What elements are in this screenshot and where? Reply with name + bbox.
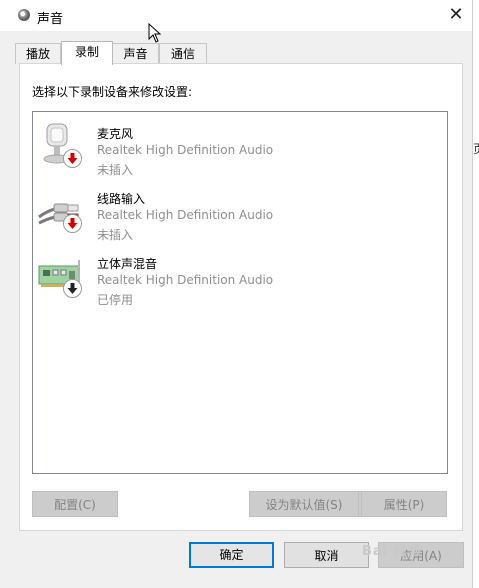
title-bar[interactable]: 声音 ✕ bbox=[0, 0, 472, 31]
close-button[interactable]: ✕ bbox=[440, 0, 472, 31]
device-list[interactable]: 麦克风 Realtek High Definition Audio 未插入 线路… bbox=[32, 111, 448, 474]
unplugged-badge-icon bbox=[63, 214, 82, 233]
device-driver: Realtek High Definition Audio bbox=[97, 208, 274, 222]
device-driver: Realtek High Definition Audio bbox=[97, 273, 274, 287]
recording-panel: 选择以下录制设备来修改设置: 麦克风 Realtek High Definiti… bbox=[19, 63, 463, 531]
tab-sounds[interactable]: 声音 bbox=[112, 43, 159, 64]
set-default-button[interactable]: 设为默认值(S) bbox=[249, 491, 359, 517]
device-name: 麦克风 bbox=[97, 127, 134, 141]
list-item-line-in[interactable]: 线路输入 Realtek High Definition Audio 未插入 bbox=[33, 181, 447, 242]
device-name: 线路输入 bbox=[97, 192, 146, 206]
device-status: 未插入 bbox=[97, 163, 134, 177]
background-window-fragment: 页 bbox=[473, 140, 479, 157]
unplugged-badge-icon bbox=[63, 149, 82, 168]
configure-button[interactable]: 配置(C) bbox=[32, 491, 118, 517]
window-title: 声音 bbox=[37, 12, 64, 27]
device-status: 未插入 bbox=[97, 228, 134, 242]
device-status: 已停用 bbox=[97, 293, 134, 307]
ok-button[interactable]: 确定 bbox=[189, 542, 274, 568]
close-icon: ✕ bbox=[448, 4, 464, 25]
cancel-button[interactable]: 取消 bbox=[284, 542, 369, 568]
tab-recording[interactable]: 录制 bbox=[61, 41, 113, 65]
properties-button[interactable]: 属性(P) bbox=[361, 491, 447, 517]
tab-playback[interactable]: 播放 bbox=[15, 43, 61, 64]
tab-communications[interactable]: 通信 bbox=[159, 43, 207, 64]
mouse-cursor-icon bbox=[148, 23, 162, 43]
instruction-text: 选择以下录制设备来修改设置: bbox=[32, 85, 193, 99]
device-name: 立体声混音 bbox=[97, 257, 158, 271]
sound-dialog: 声音 ✕ 播放 录制 声音 通信 选择以下录制设备来修改设置: 麦克风 Real… bbox=[0, 0, 473, 588]
disabled-badge-icon bbox=[63, 279, 82, 298]
watermark: Bai 经验 bbox=[362, 544, 422, 559]
list-item-stereo-mix[interactable]: 立体声混音 Realtek High Definition Audio 已停用 bbox=[33, 246, 447, 307]
speaker-icon bbox=[18, 9, 30, 21]
device-driver: Realtek High Definition Audio bbox=[97, 143, 274, 157]
list-item-microphone[interactable]: 麦克风 Realtek High Definition Audio 未插入 bbox=[33, 116, 447, 177]
